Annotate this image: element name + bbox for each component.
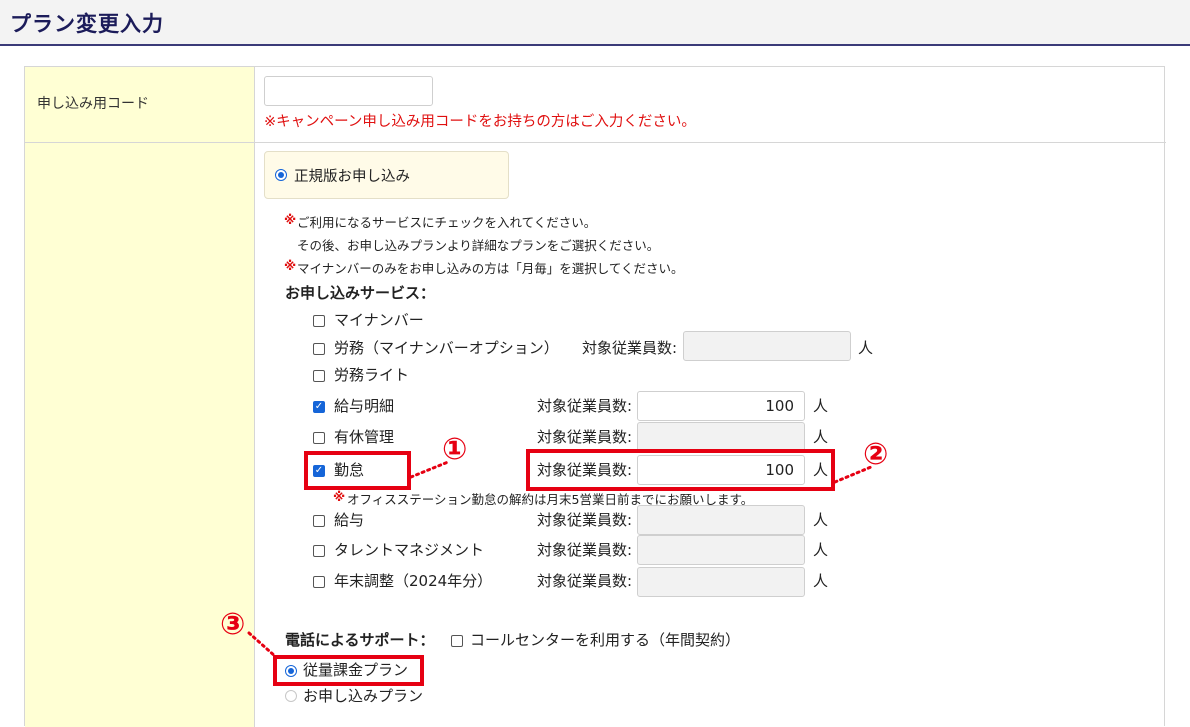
callout-leader-lines (247, 460, 873, 659)
callout-number-2: ② (863, 437, 889, 472)
callout-number-1: ① (442, 432, 468, 467)
callout-number-3: ③ (220, 607, 246, 642)
